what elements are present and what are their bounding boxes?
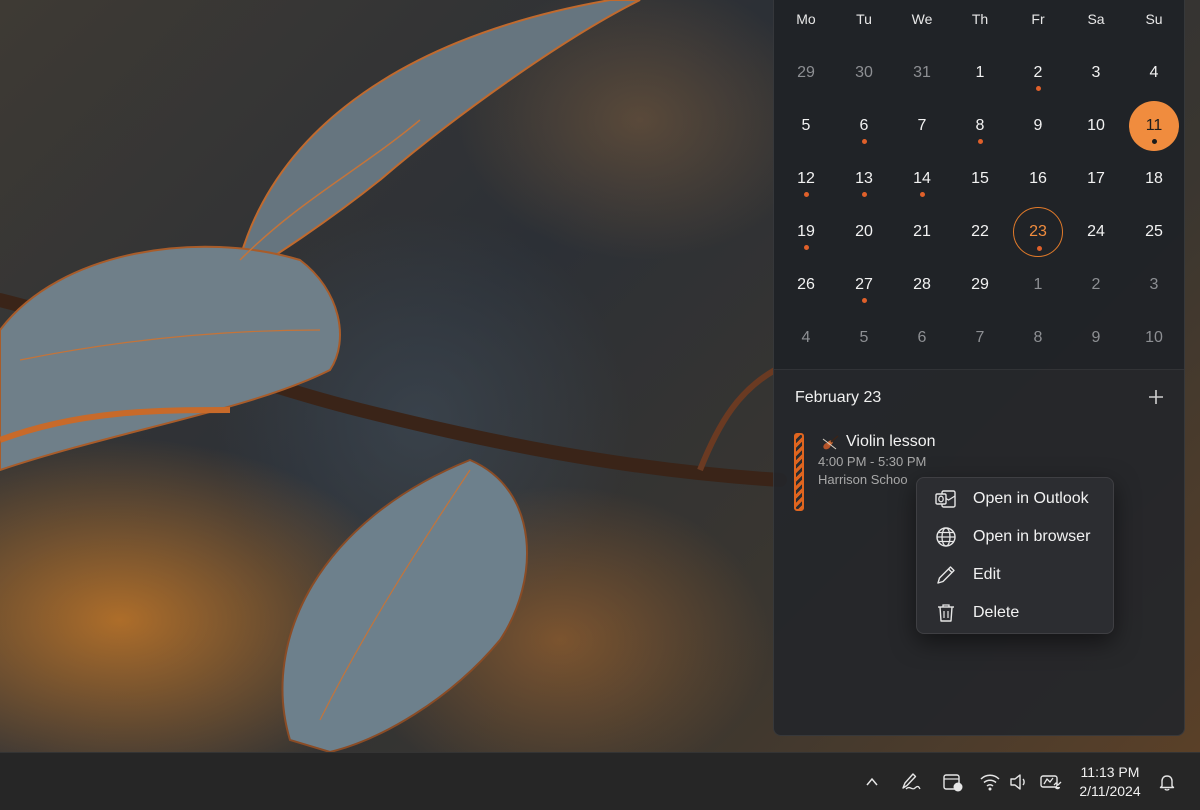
volume-icon[interactable] [1006, 769, 1032, 795]
weekday-label: Su [1145, 11, 1163, 27]
calendar-day[interactable]: 7 [897, 101, 947, 151]
calendar-day[interactable]: 3 [1129, 260, 1179, 310]
calendar-day[interactable]: 4 [781, 313, 831, 363]
edit-menu-item[interactable]: Edit [921, 557, 1111, 593]
calendar-day[interactable]: 9 [1071, 313, 1121, 363]
calendar-day[interactable]: 5 [781, 101, 831, 151]
event-indicator-dot [977, 139, 983, 144]
event-indicator-dot [919, 192, 925, 197]
calendar-day[interactable]: 2 [1013, 48, 1063, 98]
pencil-icon [935, 564, 957, 586]
calendar-day-selected[interactable]: 23 [1013, 207, 1063, 257]
calendar-day[interactable]: 8 [955, 101, 1005, 151]
calendar-day[interactable]: 8 [1013, 313, 1063, 363]
menu-item-label: Open in Outlook [973, 490, 1089, 507]
event-title: Violin lesson [846, 433, 936, 450]
calendar-day[interactable]: 10 [1071, 101, 1121, 151]
calendar-day[interactable]: 17 [1071, 154, 1121, 204]
divider [774, 369, 1184, 370]
calendar-day[interactable]: 29 [955, 260, 1005, 310]
calendar-day[interactable]: 14 [897, 154, 947, 204]
calendar-grid: Mo Tu We Th Fr Sa Su 29 30 31 1 2 3 4 5 6 7 8 9 10 11… [774, 0, 1184, 369]
open-in-outlook-menu-item[interactable]: Open in Outlook [921, 481, 1111, 517]
menu-item-label: Open in browser [973, 528, 1091, 545]
calendar-day[interactable]: 10 [1129, 313, 1179, 363]
calendar-day[interactable]: 15 [955, 154, 1005, 204]
calendar-day[interactable]: 22 [955, 207, 1005, 257]
calendar-day[interactable]: 9 [1013, 101, 1063, 151]
violin-icon [822, 435, 839, 450]
weekday-label: Th [971, 11, 989, 27]
event-indicator-dot [1151, 139, 1157, 144]
event-context-menu: Open in Outlook Open in browser Edit Del… [916, 477, 1114, 634]
calendar-day[interactable]: 6 [839, 101, 889, 151]
calendar-day[interactable]: 1 [1013, 260, 1063, 310]
menu-item-label: Delete [973, 604, 1020, 621]
clock-date: 2/11/2024 [1079, 783, 1141, 799]
weekday-label: Fr [1031, 11, 1045, 27]
event-indicator-dot [1036, 246, 1042, 251]
weekday-label: Mo [796, 11, 816, 27]
calendar-day[interactable]: 18 [1129, 154, 1179, 204]
calendar-day[interactable]: 16 [1013, 154, 1063, 204]
event-indicator-dot [803, 245, 809, 250]
calendar-day[interactable]: 1 [955, 48, 1005, 98]
globe-icon [935, 526, 957, 548]
weekday-label: We [911, 11, 933, 27]
meet-now-icon[interactable] [940, 769, 966, 795]
calendar-day[interactable]: 27 [839, 260, 889, 310]
battery-icon[interactable] [1037, 769, 1063, 795]
add-event-button[interactable] [1144, 387, 1168, 411]
delete-menu-item[interactable]: Delete [921, 595, 1111, 631]
weekday-label: Sa [1087, 11, 1105, 27]
calendar-day[interactable]: 2 [1071, 260, 1121, 310]
notification-bell-icon[interactable] [1154, 769, 1180, 795]
calendar-day[interactable]: 25 [1129, 207, 1179, 257]
event-location: Harrison Schoo [818, 472, 908, 487]
pen-icon[interactable] [897, 769, 923, 795]
calendar-day[interactable]: 6 [897, 313, 947, 363]
trash-icon [935, 602, 957, 624]
taskbar-clock[interactable]: 11:13 PM 2/11/2024 [1070, 763, 1150, 801]
outlook-icon [935, 488, 957, 510]
calendar-day[interactable]: 30 [839, 48, 889, 98]
calendar-day[interactable]: 7 [955, 313, 1005, 363]
calendar-day[interactable]: 31 [897, 48, 947, 98]
plus-icon [1149, 390, 1163, 404]
calendar-day[interactable]: 13 [839, 154, 889, 204]
calendar-day[interactable]: 24 [1071, 207, 1121, 257]
calendar-day-today[interactable]: 11 [1129, 101, 1179, 151]
calendar-day[interactable]: 4 [1129, 48, 1179, 98]
event-indicator-dot [861, 192, 867, 197]
calendar-day[interactable]: 26 [781, 260, 831, 310]
event-color-bar [794, 433, 804, 511]
event-time: 4:00 PM - 5:30 PM [818, 454, 927, 469]
taskbar: 11:13 PM 2/11/2024 [0, 752, 1200, 810]
calendar-day[interactable]: 28 [897, 260, 947, 310]
weekday-header-row: Mo Tu We Th Fr Sa Su [774, 1, 1184, 37]
calendar-day[interactable]: 5 [839, 313, 889, 363]
calendar-day[interactable]: 29 [781, 48, 831, 98]
calendar-day[interactable]: 12 [781, 154, 831, 204]
calendar-day[interactable]: 21 [897, 207, 947, 257]
open-in-browser-menu-item[interactable]: Open in browser [921, 519, 1111, 555]
wifi-icon[interactable] [977, 769, 1003, 795]
event-indicator-dot [861, 298, 867, 303]
event-indicator-dot [861, 139, 867, 144]
menu-item-label: Edit [973, 566, 1001, 583]
calendar-day[interactable]: 20 [839, 207, 889, 257]
weekday-label: Tu [856, 11, 872, 27]
chevron-up-icon[interactable] [859, 769, 885, 795]
clock-time: 11:13 PM [1080, 764, 1140, 780]
calendar-day[interactable]: 19 [781, 207, 831, 257]
event-indicator-dot [1035, 86, 1041, 91]
agenda-date-title: February 23 [795, 389, 882, 406]
event-indicator-dot [803, 192, 809, 197]
calendar-day[interactable]: 3 [1071, 48, 1121, 98]
